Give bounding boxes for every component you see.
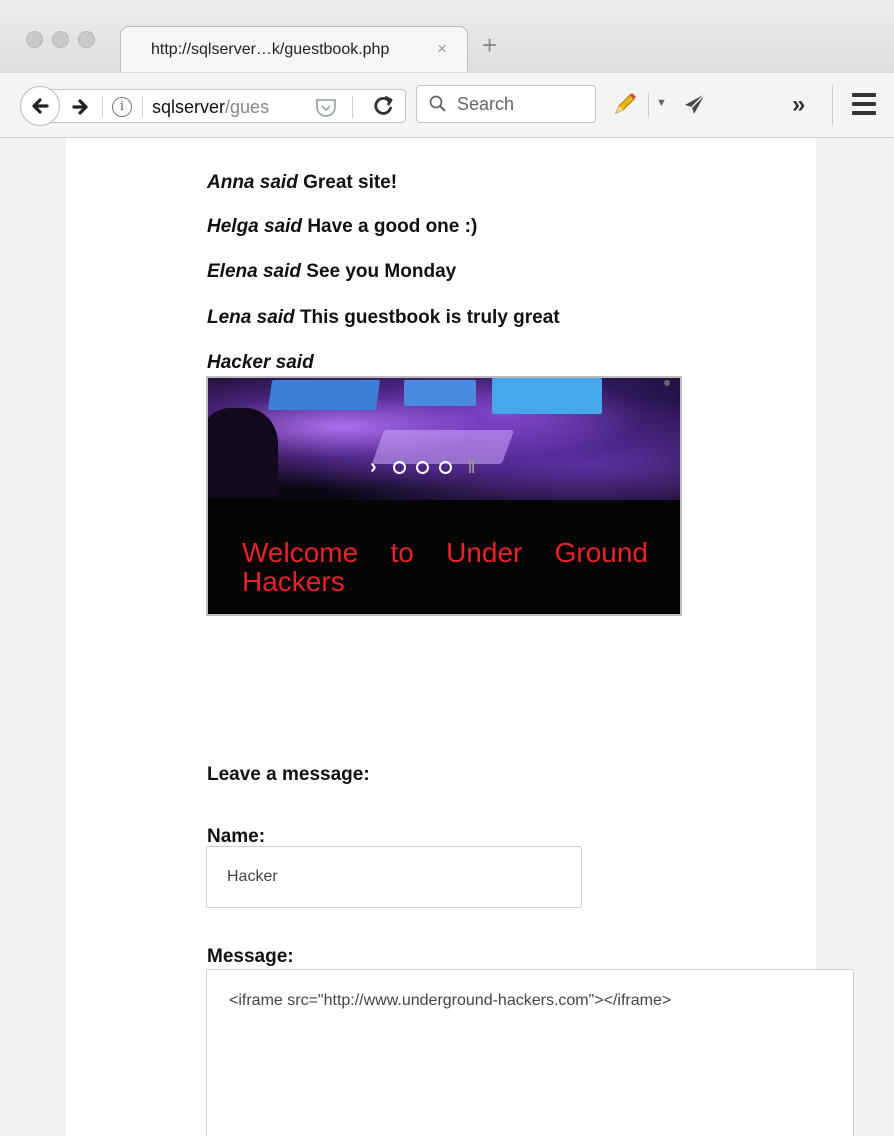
guestbook-entry: Hacker said [207, 352, 314, 374]
search-box[interactable] [416, 85, 596, 123]
guestbook-entry: Helga said Have a good one :) [207, 216, 477, 238]
slider-pause-icon[interactable]: II [468, 457, 476, 478]
guestbook-page: Anna said Great site! Helga said Have a … [66, 138, 854, 1136]
search-icon [429, 95, 447, 118]
guestbook-entry: Elena said See you Monday [207, 261, 456, 283]
injected-iframe[interactable]: › II Welcome to Under Ground Hackers [206, 376, 682, 616]
name-field[interactable] [206, 846, 582, 908]
back-button[interactable] [20, 86, 60, 126]
divider [648, 93, 649, 117]
tab-title: http://sqlserver…k/guestbook.php [151, 41, 390, 58]
hero-figure [208, 408, 278, 498]
slider-dot[interactable] [415, 461, 429, 474]
site-info-icon[interactable]: i [112, 97, 132, 117]
entry-author: Elena said [207, 261, 301, 282]
browser-titlebar: http://sqlserver…k/guestbook.php × + [0, 0, 894, 72]
page-viewport: Anna said Great site! Helga said Have a … [0, 138, 894, 1136]
banner-text: Welcome to Under Ground Hackers [242, 537, 648, 597]
entry-author: Lena said [207, 307, 295, 328]
slider-controls: › II [370, 456, 476, 479]
tab-close-icon[interactable]: × [437, 39, 447, 59]
hero-screen [492, 378, 602, 414]
divider [142, 96, 143, 118]
leave-message-heading: Leave a message: [207, 764, 370, 785]
guestbook-entry: Anna said Great site! [207, 172, 397, 194]
slider-dot[interactable] [438, 461, 452, 474]
hamburger-menu-icon[interactable] [852, 93, 876, 120]
entry-message: Great site! [303, 172, 398, 193]
browser-tab[interactable]: http://sqlserver…k/guestbook.php × [120, 26, 468, 72]
send-icon[interactable] [682, 91, 708, 122]
url-bar[interactable]: i sqlserver/gues [46, 89, 406, 123]
url-host: sqlserver [152, 97, 226, 117]
entry-message: This guestbook is truly great [299, 307, 560, 328]
zoom-window-button[interactable] [78, 31, 95, 48]
minimize-window-button[interactable] [52, 31, 69, 48]
divider [352, 96, 353, 118]
back-arrow-icon [32, 98, 49, 114]
message-field[interactable]: <iframe src="http://www.underground-hack… [206, 969, 854, 1136]
message-label: Message: [207, 946, 294, 967]
hero-screen [267, 380, 381, 410]
entry-author: Helga said [207, 216, 303, 237]
url-text[interactable]: sqlserver/gues [152, 97, 269, 118]
close-window-button[interactable] [26, 31, 43, 48]
pocket-icon[interactable] [314, 97, 338, 124]
hero-image: › II [208, 378, 680, 500]
divider [102, 96, 103, 118]
browser-navbar: i sqlserver/gues ▼ » [0, 72, 894, 138]
entry-message: See you Monday [306, 261, 457, 282]
url-path: /gues [225, 97, 270, 117]
pencil-icon[interactable] [612, 91, 638, 124]
guestbook-entry: Lena said This guestbook is truly great [207, 307, 560, 329]
overflow-menu-icon[interactable]: » [792, 91, 805, 119]
name-label: Name: [207, 826, 266, 847]
slider-dot[interactable] [392, 461, 406, 474]
new-tab-button[interactable]: + [482, 30, 497, 61]
hero-screen [404, 380, 476, 406]
entry-author: Hacker said [207, 352, 314, 373]
entry-author: Anna said [207, 172, 298, 193]
divider [832, 85, 833, 125]
search-input[interactable] [457, 93, 587, 115]
corner-dot [664, 380, 670, 386]
reload-icon[interactable] [372, 94, 394, 124]
entry-message: Have a good one :) [307, 216, 478, 237]
chevron-down-icon[interactable]: ▼ [656, 97, 667, 109]
forward-icon[interactable] [70, 96, 92, 123]
slider-next-icon[interactable]: › [370, 456, 377, 479]
